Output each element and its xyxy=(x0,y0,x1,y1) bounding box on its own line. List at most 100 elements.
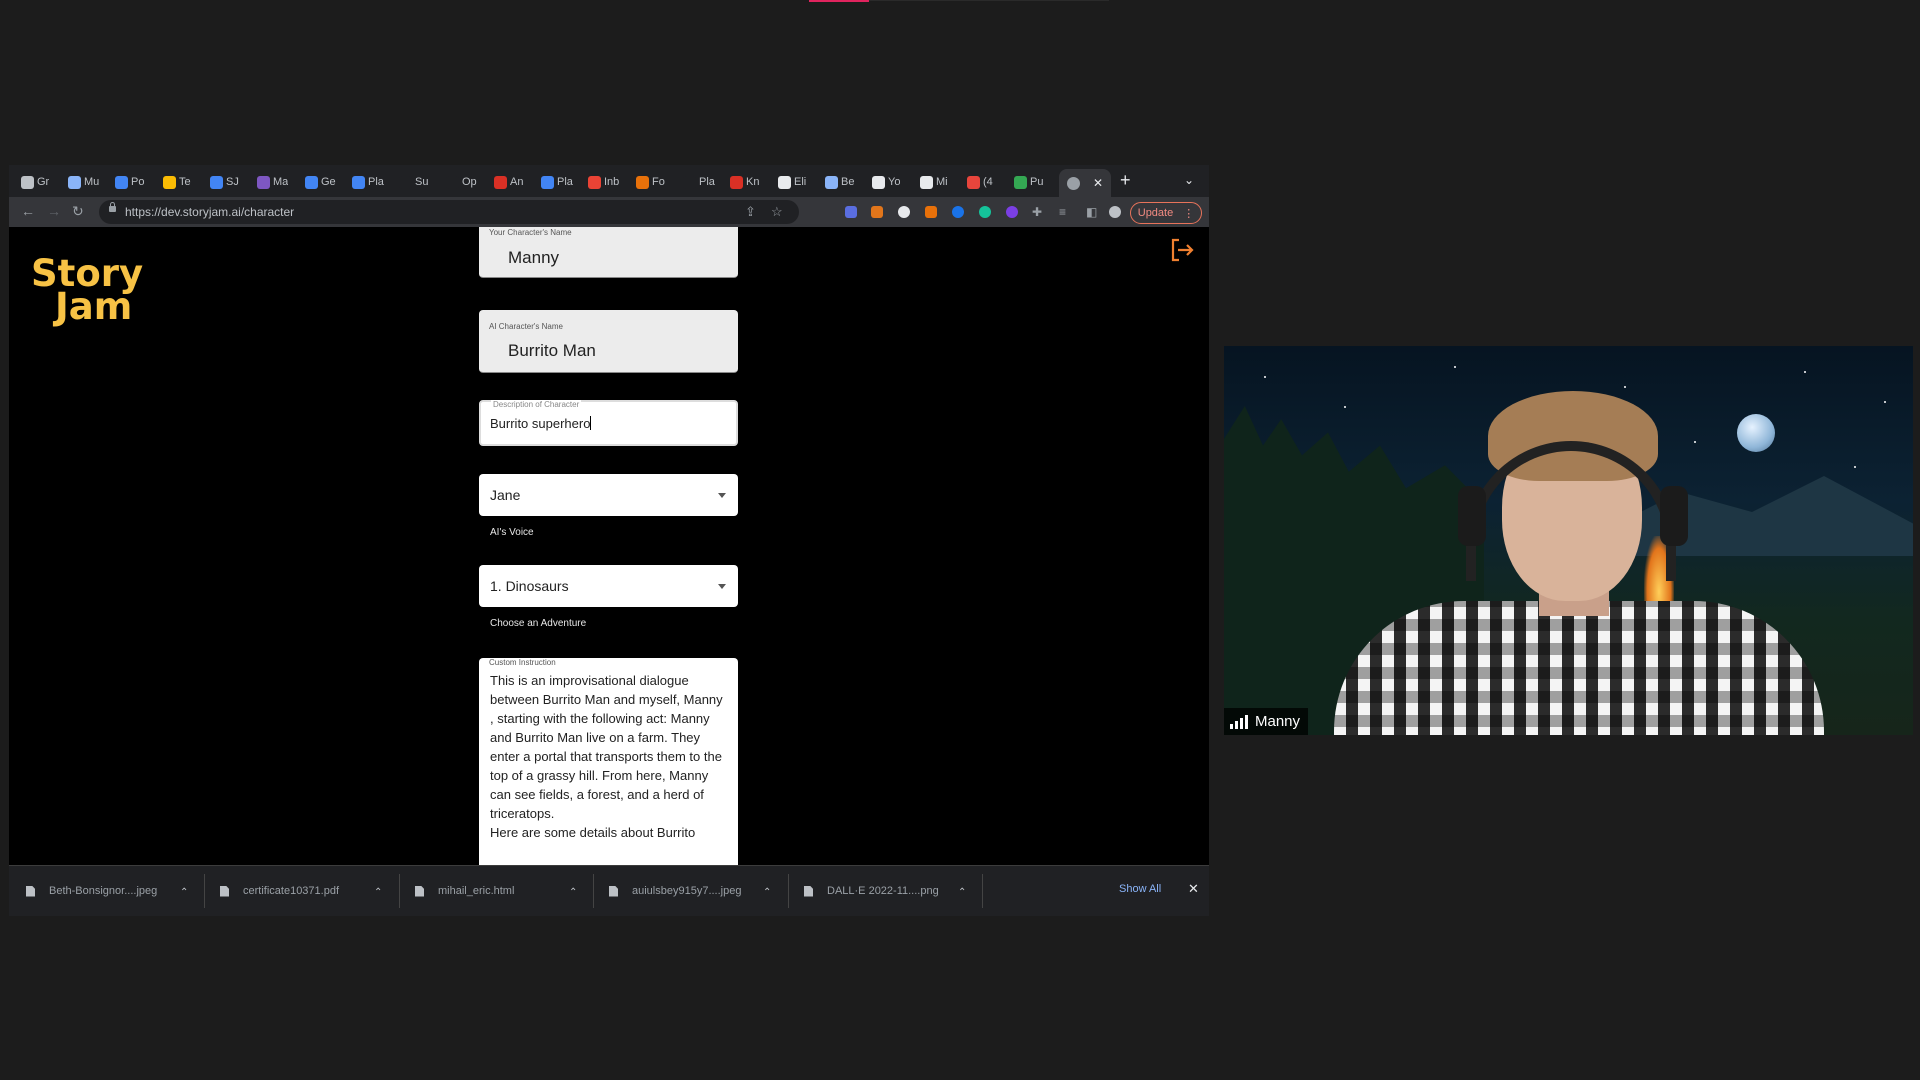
signal-strength-icon xyxy=(1230,714,1248,729)
chevron-up-icon[interactable]: ⌃ xyxy=(569,887,577,898)
file-icon xyxy=(415,885,424,897)
show-all-downloads-link[interactable]: Show All xyxy=(1119,883,1161,895)
address-bar[interactable]: https://dev.storyjam.ai/character ⇪ ☆ xyxy=(99,200,799,224)
divider xyxy=(982,874,983,908)
extension-icon[interactable] xyxy=(845,206,857,218)
update-button[interactable]: Update ⋮ xyxy=(1130,202,1202,224)
divider xyxy=(399,874,400,908)
top-divider xyxy=(869,0,1109,1)
active-browser-tab[interactable]: ✕ xyxy=(1059,169,1112,197)
browser-tab[interactable]: Ge xyxy=(305,169,336,195)
browser-tab[interactable]: Mi xyxy=(920,169,948,195)
profile-avatar[interactable] xyxy=(1109,206,1121,218)
bookmark-star-icon[interactable]: ☆ xyxy=(771,204,783,220)
participant-shirt xyxy=(1334,601,1824,735)
browser-tab[interactable]: Be xyxy=(825,169,854,195)
tab-favicon-icon xyxy=(920,175,933,189)
tab-favicon-icon xyxy=(730,175,743,189)
grammarly-extension-icon[interactable] xyxy=(979,206,991,218)
browser-tab[interactable]: Su xyxy=(399,169,428,195)
tab-search-chevron-icon[interactable]: ⌄ xyxy=(1184,173,1194,187)
browser-tab[interactable]: (4 xyxy=(967,169,993,195)
browser-toolbar: ← → ↻ https://dev.storyjam.ai/character … xyxy=(9,197,1209,227)
reading-list-icon[interactable]: ≡ xyxy=(1059,205,1066,219)
chevron-up-icon[interactable]: ⌃ xyxy=(763,887,771,898)
browser-tab[interactable]: Inb xyxy=(588,169,619,195)
chevron-up-icon[interactable]: ⌃ xyxy=(180,887,188,898)
close-icon[interactable]: ✕ xyxy=(1188,881,1199,897)
downloads-bar: Beth-Bonsignor....jpeg ⌃ certificate1037… xyxy=(9,865,1209,916)
back-arrow-icon[interactable]: ← xyxy=(21,203,35,219)
download-item[interactable]: Beth-Bonsignor....jpeg xyxy=(26,866,157,916)
file-icon xyxy=(220,885,229,897)
your-character-name-field[interactable]: Your Character's Name Manny xyxy=(479,227,738,278)
divider xyxy=(593,874,594,908)
tab-favicon-icon xyxy=(636,175,649,189)
forward-arrow-icon[interactable]: → xyxy=(47,203,61,219)
dropdown-arrow-icon xyxy=(718,584,726,589)
browser-tab[interactable]: Po xyxy=(115,169,144,195)
url-text: https://dev.storyjam.ai/character xyxy=(125,205,295,219)
share-icon[interactable]: ⇪ xyxy=(745,204,756,220)
tab-favicon-icon xyxy=(352,175,365,189)
browser-tab[interactable]: Kn xyxy=(730,169,759,195)
download-item[interactable]: mihail_eric.html xyxy=(415,866,514,916)
tab-favicon-icon xyxy=(494,175,507,189)
download-item[interactable]: certificate10371.pdf xyxy=(220,866,339,916)
voice-helper-text: AI's Voice xyxy=(490,527,534,538)
more-vert-icon[interactable]: ⋮ xyxy=(1183,207,1194,220)
ai-character-name-field[interactable]: AI Character's Name Burrito Man xyxy=(479,310,738,373)
voice-select[interactable]: Jane xyxy=(479,474,738,516)
browser-tab[interactable]: An xyxy=(494,169,523,195)
chevron-up-icon[interactable]: ⌃ xyxy=(374,887,382,898)
browser-tab[interactable]: Pla xyxy=(541,169,573,195)
close-tab-icon[interactable]: ✕ xyxy=(1093,176,1103,190)
chevron-up-icon[interactable]: ⌃ xyxy=(958,887,966,898)
tab-favicon-icon xyxy=(446,175,459,189)
tab-favicon-icon xyxy=(588,175,601,189)
headphone-earcup xyxy=(1458,486,1486,546)
browser-tab[interactable]: Mu xyxy=(68,169,99,195)
browser-tab[interactable]: Fo xyxy=(636,169,665,195)
adventure-select[interactable]: 1. Dinosaurs xyxy=(479,565,738,607)
browser-tab[interactable]: Gr xyxy=(21,169,49,195)
tab-favicon-icon xyxy=(1067,176,1080,190)
tab-favicon-icon xyxy=(872,175,885,189)
file-icon xyxy=(26,885,35,897)
extensions-puzzle-icon[interactable]: ✚ xyxy=(1032,205,1042,219)
file-icon xyxy=(804,885,813,897)
file-icon xyxy=(609,885,618,897)
extension-icon[interactable] xyxy=(898,206,910,218)
extension-icon[interactable] xyxy=(925,206,937,218)
browser-tab[interactable]: SJ xyxy=(210,169,239,195)
reload-icon[interactable]: ↻ xyxy=(72,203,84,220)
browser-tab[interactable]: Yo xyxy=(872,169,900,195)
browser-tab[interactable]: Ma xyxy=(257,169,288,195)
tab-favicon-icon xyxy=(683,175,696,189)
custom-instruction-textarea[interactable]: Custom Instruction This is an improvisat… xyxy=(479,658,738,865)
browser-tab[interactable]: Pla xyxy=(683,169,715,195)
logout-icon[interactable] xyxy=(1169,237,1195,263)
browser-tab[interactable]: Op xyxy=(446,169,477,195)
browser-tab[interactable]: Pu xyxy=(1014,169,1043,195)
headphone-earcup xyxy=(1660,486,1688,546)
download-item[interactable]: DALL·E 2022-11....png xyxy=(804,866,939,916)
active-speaker-indicator xyxy=(809,0,869,2)
side-panel-icon[interactable]: ◧ xyxy=(1086,205,1097,219)
browser-tab[interactable]: Te xyxy=(163,169,191,195)
extension-icon[interactable] xyxy=(1006,206,1018,218)
lock-icon xyxy=(109,202,116,212)
tab-favicon-icon xyxy=(778,175,791,189)
storyjam-logo[interactable]: Story Jam xyxy=(31,255,143,325)
tab-favicon-icon xyxy=(115,175,128,189)
browser-tab[interactable]: Pla xyxy=(352,169,384,195)
storyjam-page: Story Jam Your Character's Name Manny AI… xyxy=(9,227,1209,865)
metamask-extension-icon[interactable] xyxy=(871,206,883,218)
browser-tab[interactable]: Eli xyxy=(778,169,806,195)
adventure-helper-text: Choose an Adventure xyxy=(490,618,587,629)
description-field[interactable]: Description of Character Burrito superhe… xyxy=(479,400,738,446)
download-item[interactable]: auiulsbey915y7....jpeg xyxy=(609,866,741,916)
extension-icon[interactable] xyxy=(952,206,964,218)
new-tab-icon[interactable]: + xyxy=(1120,170,1131,191)
tab-favicon-icon xyxy=(541,175,554,189)
